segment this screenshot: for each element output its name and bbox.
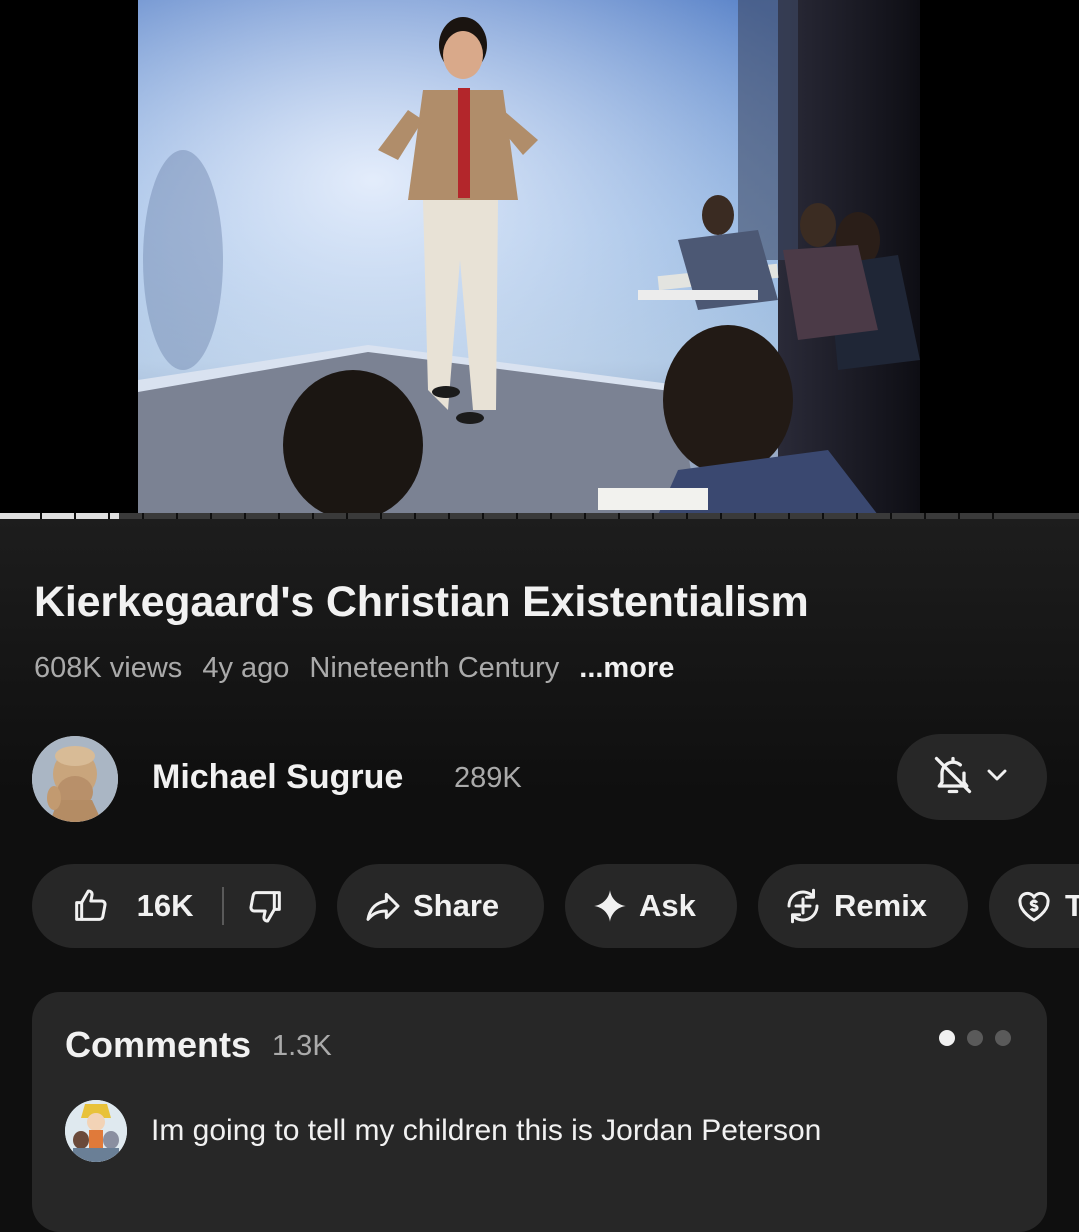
video-category[interactable]: Nineteenth Century (309, 652, 559, 685)
bust-statue-image (32, 736, 118, 822)
share-label: Share (413, 888, 500, 923)
more-description-link[interactable]: ...more (579, 652, 674, 685)
carousel-dot (995, 1030, 1011, 1046)
subscribed-notifications-button[interactable] (897, 734, 1047, 820)
comments-count: 1.3K (272, 1030, 332, 1062)
channel-avatar[interactable] (32, 736, 118, 822)
thumbs-down-icon (246, 886, 286, 923)
video-meta[interactable]: 608K views 4y ago Nineteenth Century ...… (34, 652, 674, 685)
carousel-dot (967, 1030, 983, 1046)
commenter-avatar[interactable] (65, 1100, 127, 1162)
dislike-button[interactable] (246, 886, 286, 926)
action-bar: 16K Share Ask Remix T (32, 864, 1079, 948)
carousel-dot-active (939, 1030, 955, 1046)
remix-button[interactable]: Remix (758, 864, 968, 948)
heart-dollar-icon (1013, 885, 1055, 927)
ask-button[interactable]: Ask (565, 864, 737, 948)
thanks-label: T (1065, 888, 1079, 923)
thanks-button[interactable]: T (989, 864, 1079, 948)
video-player[interactable] (0, 0, 1079, 519)
remix-icon (782, 885, 824, 927)
ask-label: Ask (639, 888, 696, 923)
chevron-down-icon (981, 759, 1013, 796)
remix-label: Remix (834, 888, 928, 923)
share-arrow-icon (363, 886, 403, 926)
video-scene (138, 0, 920, 515)
share-button[interactable]: Share (337, 864, 544, 948)
like-button[interactable]: 16K (70, 886, 194, 926)
video-title[interactable]: Kierkegaard's Christian Existentialism (34, 578, 809, 627)
comments-teaser[interactable]: Comments 1.3K Im going to tell my childr… (32, 992, 1047, 1232)
comments-heading: Comments (65, 1024, 252, 1065)
like-dislike-group: 16K (32, 864, 316, 948)
carousel-dots (939, 1030, 1011, 1046)
upload-age: 4y ago (202, 652, 290, 684)
like-count: 16K (136, 888, 194, 923)
top-comment-text: Im going to tell my children this is Jor… (151, 1114, 822, 1147)
like-dislike-divider (221, 887, 224, 925)
video-frame[interactable] (138, 0, 920, 515)
channel-row: Michael Sugrue 289K (32, 734, 1047, 822)
bell-off-icon (931, 753, 975, 802)
anime-group-image (65, 1100, 127, 1162)
channel-name[interactable]: Michael Sugrue (152, 758, 403, 797)
view-count: 608K views (34, 652, 183, 684)
sparkle-icon (591, 887, 629, 926)
thumbs-up-icon (70, 886, 119, 921)
subscriber-count: 289K (454, 762, 522, 794)
